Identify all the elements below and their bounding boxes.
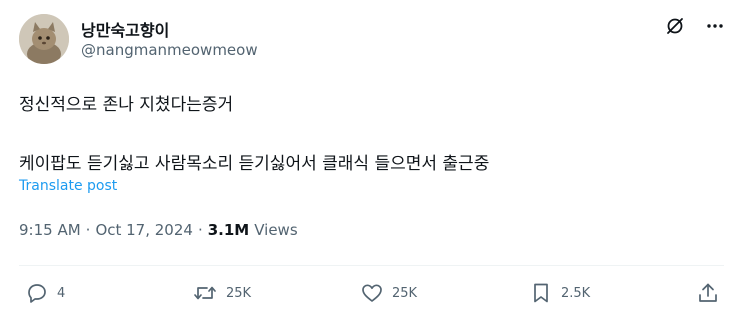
repost-button[interactable]: 25K bbox=[192, 281, 251, 305]
header-actions bbox=[664, 15, 726, 37]
bookmark-button[interactable]: 2.5K bbox=[529, 281, 590, 305]
post-meta: 9:15 AM · Oct 17, 2024 · 3.1M Views bbox=[19, 221, 298, 239]
post-text-line-2: 케이팝도 듣기싫고 사람목소리 듣기싫어서 클래식 들으면서 출근중 bbox=[19, 154, 490, 174]
repost-count: 25K bbox=[226, 285, 252, 301]
meta-separator: · bbox=[197, 221, 203, 239]
share-button[interactable] bbox=[696, 281, 720, 305]
reply-button[interactable]: 4 bbox=[25, 281, 65, 305]
grok-icon[interactable] bbox=[664, 15, 686, 37]
views-count: 3.1M bbox=[207, 221, 250, 239]
like-button[interactable]: 25K bbox=[360, 281, 417, 305]
avatar[interactable] bbox=[19, 14, 69, 64]
post-card: 낭만숙고향이 @nangmanmeowmeow 정신적으로 존나 지쳤다는증거 … bbox=[0, 0, 743, 326]
user-handle[interactable]: @nangmanmeowmeow bbox=[81, 41, 258, 59]
like-count: 25K bbox=[392, 285, 418, 301]
cat-avatar-icon bbox=[19, 14, 69, 64]
display-name[interactable]: 낭만숙고향이 bbox=[81, 17, 169, 41]
action-bar: 4 25K 25K 2.5K bbox=[0, 281, 743, 311]
bookmark-icon bbox=[534, 283, 548, 303]
reply-count: 4 bbox=[57, 285, 66, 301]
divider bbox=[19, 265, 724, 266]
more-icon[interactable] bbox=[704, 15, 726, 37]
meta-separator: · bbox=[85, 221, 91, 239]
post-text-line-1: 정신적으로 존나 지쳤다는증거 bbox=[19, 95, 234, 115]
translate-post-link[interactable]: Translate post bbox=[19, 178, 117, 194]
post-time[interactable]: 9:15 AM bbox=[19, 221, 81, 239]
reply-icon bbox=[28, 284, 46, 303]
bookmark-count: 2.5K bbox=[561, 285, 591, 301]
heart-icon bbox=[362, 284, 382, 302]
post-date[interactable]: Oct 17, 2024 bbox=[95, 221, 193, 239]
repost-icon bbox=[194, 286, 216, 300]
share-icon bbox=[699, 283, 717, 302]
views-label: Views bbox=[254, 221, 298, 239]
